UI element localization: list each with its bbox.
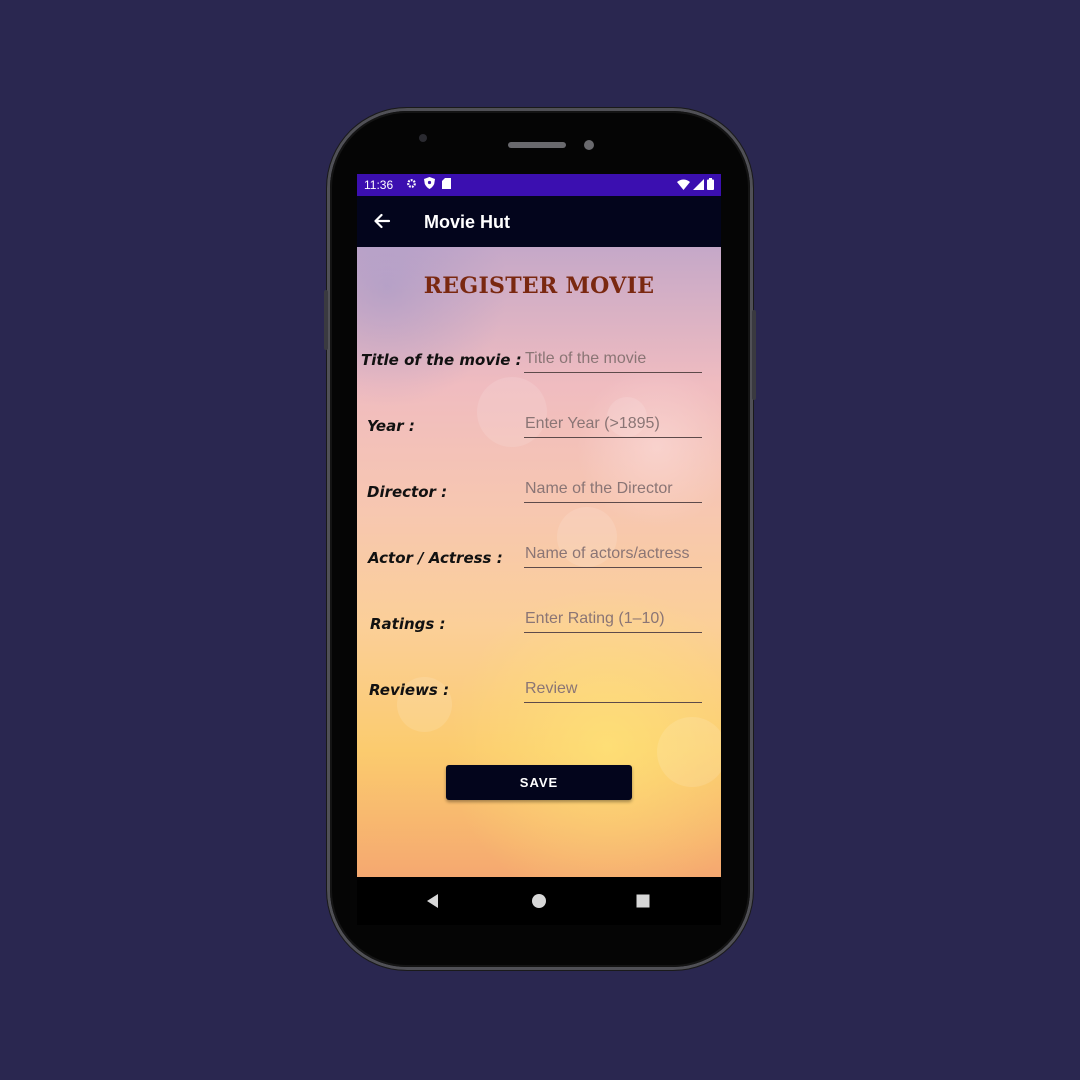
review-input[interactable]: [524, 677, 702, 703]
shield-icon: [424, 177, 435, 192]
register-form: REGISTER MOVIE Title of the movie : Year…: [357, 247, 721, 877]
recents-square-icon[interactable]: [633, 891, 653, 911]
front-camera: [419, 134, 427, 142]
app-bar: Movie Hut: [357, 196, 721, 247]
bokeh-decoration: [657, 717, 721, 787]
navigation-bar: [357, 877, 721, 925]
battery-icon: [707, 178, 714, 193]
proximity-sensor: [584, 140, 594, 150]
sim-card-icon: [442, 177, 451, 192]
label-ratings: Ratings :: [370, 615, 446, 633]
signal-icon: [693, 178, 704, 193]
earpiece-speaker: [508, 142, 566, 148]
power-button: [752, 310, 756, 400]
phone-screen: 11:36 Movie Hut REGISTER MOVIE Title of …: [357, 174, 721, 877]
save-button[interactable]: SAVE: [446, 765, 632, 800]
label-year: Year :: [367, 417, 415, 435]
volume-button: [324, 290, 328, 350]
app-title: Movie Hut: [424, 212, 511, 232]
year-input[interactable]: [524, 412, 702, 438]
label-reviews: Reviews :: [369, 681, 450, 699]
label-actor: Actor / Actress :: [368, 549, 503, 567]
home-circle-icon[interactable]: [529, 891, 549, 911]
director-input[interactable]: [524, 477, 702, 503]
arrow-left-icon[interactable]: [372, 211, 392, 231]
back-triangle-icon[interactable]: [423, 891, 443, 911]
status-bar: 11:36: [357, 174, 721, 196]
title-input[interactable]: [524, 347, 702, 373]
status-time: 11:36: [364, 178, 394, 192]
wifi-icon: [677, 179, 690, 193]
form-title: REGISTER MOVIE: [423, 273, 655, 299]
label-director: Director :: [367, 483, 448, 501]
actor-input[interactable]: [524, 542, 702, 568]
gear-icon: [406, 178, 417, 192]
rating-input[interactable]: [524, 607, 702, 633]
label-title: Title of the movie :: [361, 351, 522, 369]
